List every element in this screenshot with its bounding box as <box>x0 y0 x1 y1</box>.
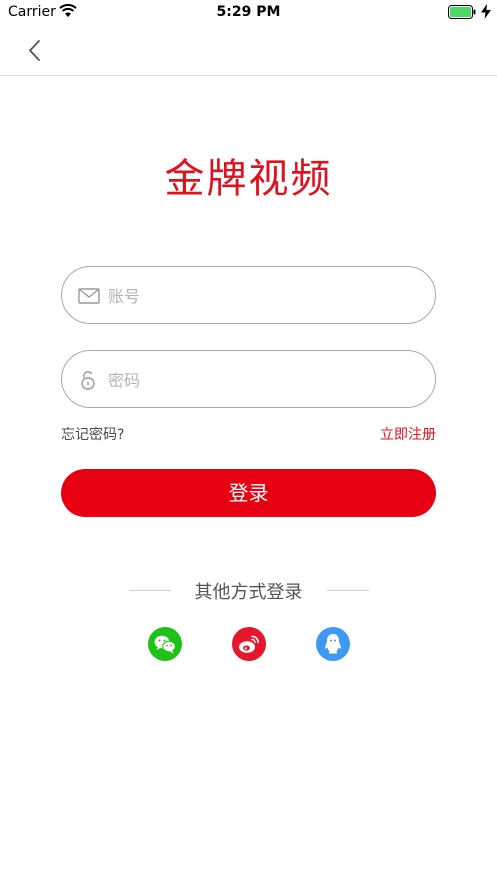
navigation-bar <box>0 26 497 76</box>
weibo-icon <box>239 635 259 653</box>
back-button[interactable] <box>20 36 50 66</box>
qq-login-button[interactable] <box>316 627 350 661</box>
app-logo: 金牌视频 <box>164 156 333 202</box>
weibo-login-button[interactable] <box>232 627 266 661</box>
account-input[interactable] <box>106 267 410 325</box>
password-field[interactable] <box>61 350 436 409</box>
qq-icon <box>325 634 341 654</box>
wechat-login-button[interactable] <box>148 627 182 661</box>
divider-line-right <box>327 590 369 591</box>
battery-icon <box>448 5 476 19</box>
register-link[interactable]: 立即注册 <box>380 424 436 444</box>
envelope-icon <box>78 288 100 304</box>
lock-icon <box>81 371 95 390</box>
other-login-divider: 其他方式登录 <box>0 578 497 604</box>
charging-icon <box>481 4 491 19</box>
account-field[interactable] <box>61 266 436 325</box>
wechat-icon <box>154 635 176 654</box>
status-time: 5:29 PM <box>216 4 281 20</box>
login-button[interactable]: 登录 <box>61 469 436 517</box>
chevron-left-icon <box>29 40 40 61</box>
forgot-password-link[interactable]: 忘记密码? <box>61 424 124 444</box>
other-login-title: 其他方式登录 <box>194 582 303 603</box>
password-input[interactable] <box>106 351 410 409</box>
status-bar: Carrier 5:29 PM <box>0 0 497 26</box>
